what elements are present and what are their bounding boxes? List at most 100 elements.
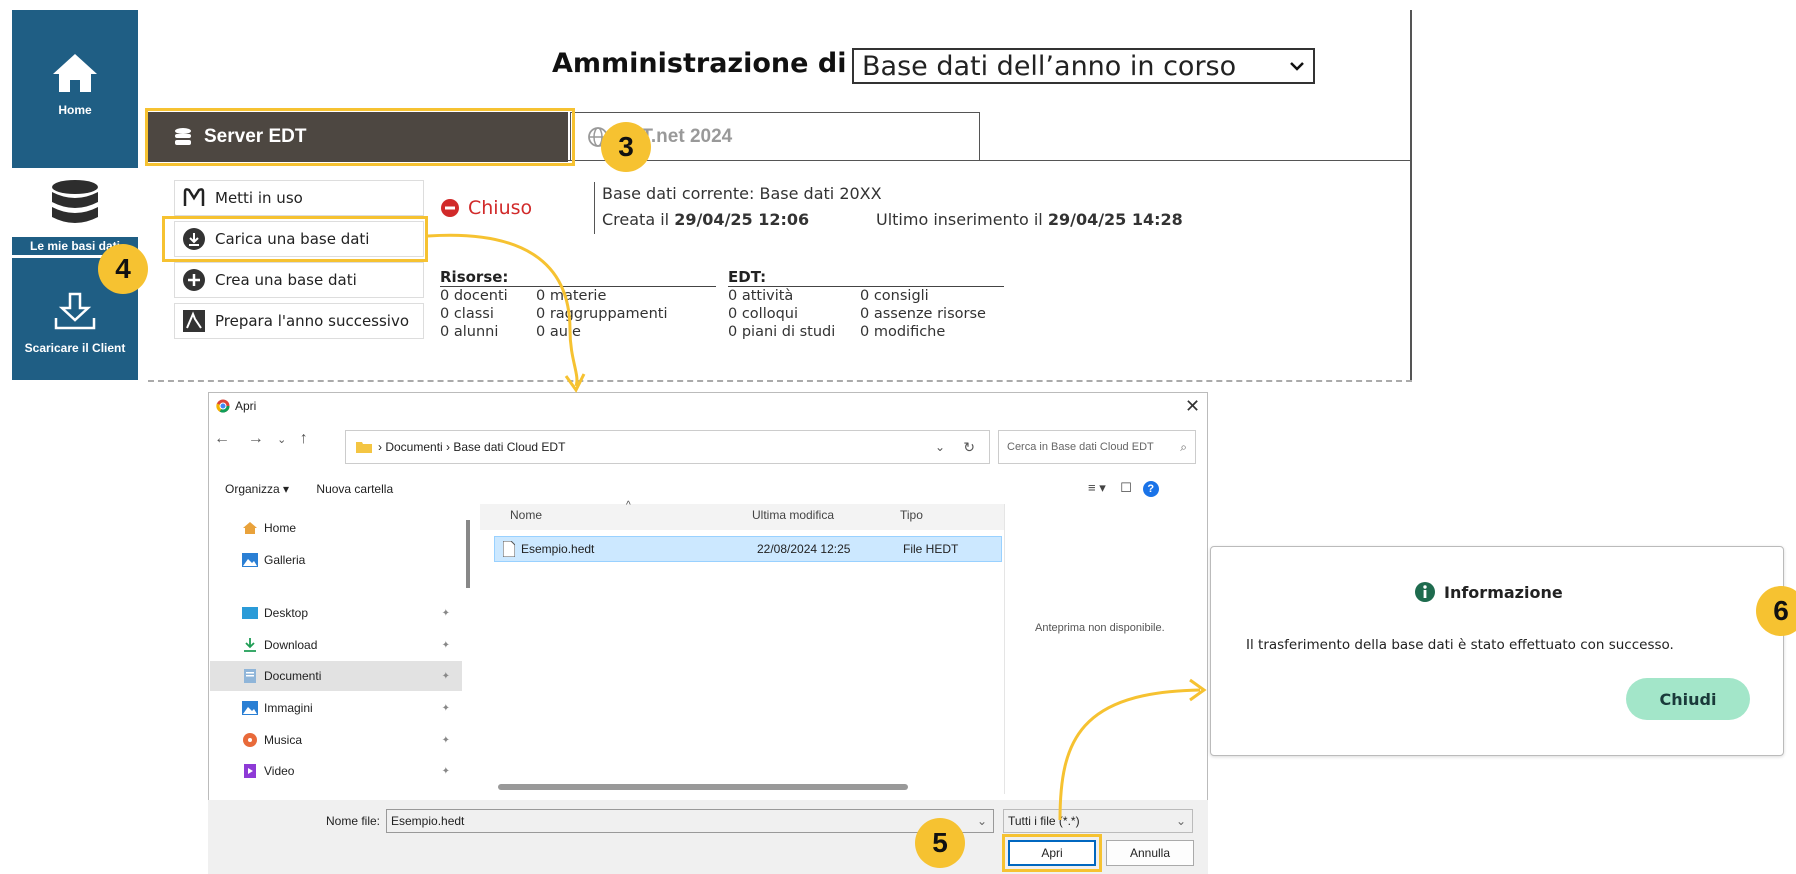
info-separator: [594, 182, 595, 234]
organize-button[interactable]: Organizza ▾: [225, 482, 289, 496]
up-arrow-icon[interactable]: ↑: [300, 430, 308, 447]
folder-icon: [356, 442, 372, 453]
edt-col2: 0 consigli 0 assenze risorse 0 modifiche: [860, 288, 986, 340]
pin-icon: ✦: [441, 702, 450, 714]
prepara-anno-successivo-button[interactable]: Prepara l'anno successivo: [174, 303, 424, 339]
info-title: Informazione: [1415, 582, 1563, 602]
file-name: Esempio.hedt: [521, 542, 595, 556]
step-badge-5: 5: [915, 818, 965, 868]
sort-caret-icon: ^: [626, 500, 631, 511]
action-label: Crea una base dati: [215, 271, 357, 289]
help-icon[interactable]: ?: [1142, 481, 1159, 497]
resources-col1: 0 docenti 0 classi 0 alunni: [440, 288, 508, 340]
home-icon: [53, 54, 97, 92]
sidebar: Home Le mie basi dati Scaricare il Clien…: [12, 10, 138, 380]
search-icon: ⌕: [1180, 439, 1187, 454]
video-icon: [244, 764, 256, 778]
chrome-icon: [216, 399, 230, 413]
stop-icon: [441, 199, 459, 217]
view-menu-icon[interactable]: ≡ ▾: [1088, 480, 1106, 495]
edt-col1: 0 attività 0 colloqui 0 piani di studi: [728, 288, 836, 340]
metti-in-uso-button[interactable]: Metti in uso: [174, 180, 424, 216]
filename-label: Nome file:: [326, 814, 381, 828]
sidebar-item-label: Home: [58, 103, 92, 117]
cancel-button[interactable]: Annulla: [1106, 840, 1194, 866]
search-input[interactable]: Cerca in Base dati Cloud EDT ⌕: [998, 430, 1196, 464]
nav-scrollbar[interactable]: [466, 520, 470, 588]
m-logo-icon: [183, 188, 205, 206]
file-list-scrollbar[interactable]: [498, 784, 908, 790]
chevron-down-icon: ⌄: [1175, 814, 1186, 828]
column-nome[interactable]: Nome: [510, 508, 542, 522]
nav-buttons: ← → ⌄ ↑: [214, 430, 308, 448]
admin-title: Amministrazione di: [552, 48, 847, 79]
column-header-bar: [480, 504, 1004, 530]
step-badge-4: 4: [98, 244, 148, 294]
info-message: Il trasferimento della base dati è stato…: [1246, 637, 1674, 653]
database-select[interactable]: Base dati dell’anno in corso: [852, 48, 1315, 84]
gallery-icon: [242, 553, 258, 567]
current-database: Base dati corrente: Base dati 20XX: [602, 184, 882, 203]
pictures-icon: [242, 701, 258, 715]
column-tipo[interactable]: Tipo: [900, 508, 923, 522]
pin-icon: ✦: [441, 734, 450, 746]
desktop-icon: [242, 607, 258, 619]
dashed-divider: [148, 380, 1412, 382]
nav-item-immagini[interactable]: Immagini ✦: [210, 693, 462, 723]
chevron-down-icon[interactable]: ⌄: [977, 814, 987, 828]
panel-border: [1410, 10, 1412, 380]
breadcrumb-documenti[interactable]: Documenti: [385, 440, 442, 454]
info-icon: [1415, 582, 1435, 602]
step-badge-3: 3: [601, 122, 651, 172]
crea-base-dati-button[interactable]: Crea una base dati: [174, 262, 424, 298]
pin-icon: ✦: [441, 639, 450, 651]
nav-item-video[interactable]: Video ✦: [210, 756, 462, 786]
view-options: ≡ ▾ ☐ ?: [1088, 480, 1159, 497]
nav-item-galleria[interactable]: Galleria: [210, 545, 462, 575]
new-folder-button[interactable]: Nuova cartella: [316, 482, 393, 496]
chevron-down-icon: [1290, 62, 1304, 71]
sidebar-item-home[interactable]: Home: [12, 50, 138, 117]
music-icon: [243, 733, 257, 747]
download-icon: [54, 292, 96, 330]
dialog-title: Apri: [216, 399, 256, 413]
chevron-down-icon[interactable]: ⌄: [935, 440, 945, 454]
nav-item-home[interactable]: Home: [210, 513, 462, 543]
action-label: Prepara l'anno successivo: [215, 312, 410, 330]
file-row[interactable]: Esempio.hedt 22/08/2024 12:25 File HEDT: [494, 536, 1002, 562]
pin-icon: ✦: [441, 670, 450, 682]
filename-input[interactable]: Esempio.hedt ⌄: [386, 809, 994, 833]
file-type-filter[interactable]: Tutti i file (*.*) ⌄: [1003, 809, 1193, 833]
nav-item-desktop[interactable]: Desktop ✦: [210, 598, 462, 628]
highlight-carica-button: [162, 216, 428, 262]
column-ultima-modifica[interactable]: Ultima modifica: [752, 508, 834, 522]
preview-divider: [1004, 504, 1005, 794]
sidebar-item-label: Scaricare il Client: [24, 341, 126, 355]
preview-pane-icon[interactable]: ☐: [1120, 480, 1132, 495]
breadcrumb-folder[interactable]: Base dati Cloud EDT: [453, 440, 565, 454]
close-button[interactable]: Chiudi: [1626, 678, 1750, 720]
plus-circle-icon: [183, 269, 205, 291]
created-date: Creata il 29/04/25 12:06: [602, 210, 810, 229]
action-label: Metti in uso: [215, 189, 303, 207]
file-type: File HEDT: [903, 542, 959, 556]
sidebar-item-download-client[interactable]: Scaricare il Client: [12, 292, 138, 355]
home-icon: [243, 522, 257, 534]
forward-arrow-icon[interactable]: →: [248, 430, 264, 447]
nav-item-documenti[interactable]: Documenti ✦: [210, 661, 462, 691]
arrowhead-icon: [564, 373, 586, 393]
file-modified: 22/08/2024 12:25: [757, 542, 851, 556]
highlight-open-button: [1002, 834, 1102, 872]
download-icon: [244, 638, 256, 652]
status-closed: Chiuso: [440, 197, 532, 219]
chevron-down-icon[interactable]: ⌄: [277, 434, 286, 446]
dialog-close-icon[interactable]: ✕: [1185, 396, 1200, 417]
resources-heading: Risorse:: [440, 268, 509, 286]
refresh-icon[interactable]: ↻: [963, 439, 975, 456]
nav-item-download[interactable]: Download ✦: [210, 630, 462, 660]
nav-item-musica[interactable]: Musica ✦: [210, 725, 462, 755]
edt-heading: EDT:: [728, 268, 767, 286]
address-bar[interactable]: › Documenti › Base dati Cloud EDT ⌄ ↻: [345, 430, 990, 464]
pin-icon: ✦: [441, 765, 450, 777]
back-arrow-icon[interactable]: ←: [214, 430, 230, 447]
